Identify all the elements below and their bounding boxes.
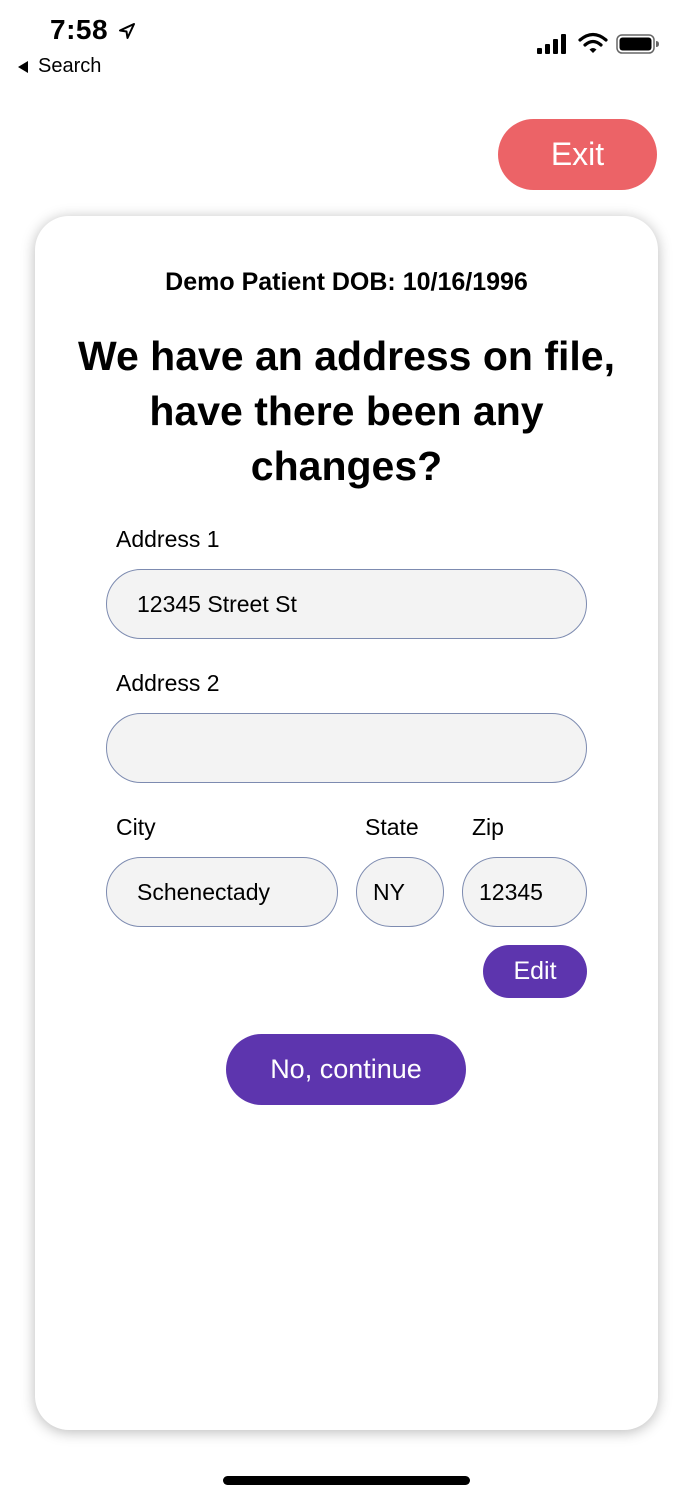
status-time: 7:58 [50, 14, 109, 45]
no-continue-button[interactable]: No, continue [226, 1034, 466, 1105]
zip-label: Zip [472, 814, 504, 840]
address1-field[interactable]: 12345 Street St [106, 569, 587, 639]
exit-button[interactable]: Exit [498, 119, 657, 190]
location-arrow-icon [119, 23, 135, 39]
status-bar: 7:58 Search [0, 0, 693, 90]
page-title: We have an address on file, have there b… [78, 333, 615, 489]
cellular-signal-icon [537, 34, 566, 54]
address1-label: Address 1 [116, 526, 220, 552]
address-card: Demo Patient DOB: 10/16/1996 We have an … [35, 216, 658, 1430]
zip-field[interactable]: 12345 [462, 857, 587, 927]
battery-icon [616, 34, 659, 54]
state-label: State [365, 814, 419, 840]
patient-info: Demo Patient DOB: 10/16/1996 [165, 268, 528, 296]
back-triangle-icon [18, 60, 28, 73]
back-search-label: Search [38, 55, 102, 77]
city-field[interactable]: Schenectady [106, 857, 338, 927]
wifi-icon [578, 32, 608, 53]
edit-button[interactable]: Edit [483, 945, 587, 998]
address2-field[interactable] [106, 713, 587, 783]
home-indicator[interactable] [223, 1476, 470, 1485]
address2-label: Address 2 [116, 670, 220, 696]
back-to-search-button[interactable]: Search [18, 55, 101, 78]
city-label: City [116, 814, 156, 840]
state-field[interactable]: NY [356, 857, 444, 927]
